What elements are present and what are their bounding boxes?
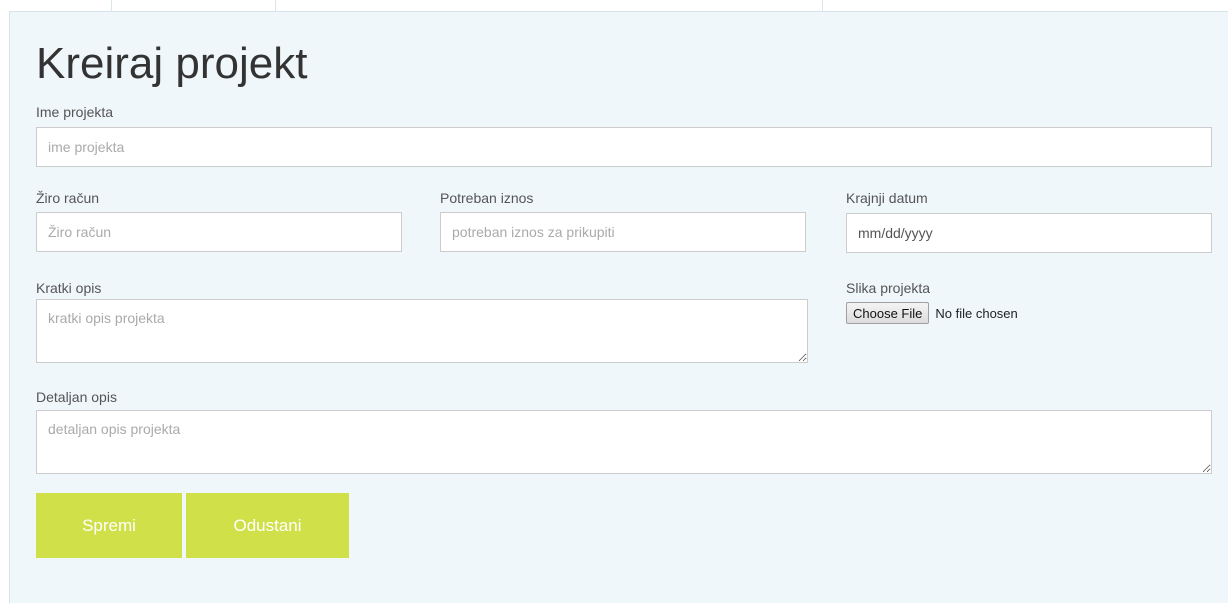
choose-file-button[interactable]: Choose File [846,302,930,324]
detail-desc-label: Detaljan opis [36,389,117,405]
page-title: Kreiraj projekt [36,39,308,88]
end-date-label: Krajnji datum [846,190,928,206]
project-name-input[interactable] [36,127,1212,167]
save-button[interactable]: Spremi [36,493,182,558]
file-status-text: No file chosen [935,305,1018,321]
amount-input[interactable] [440,212,806,252]
account-input[interactable] [36,212,402,252]
account-label: Žiro račun [36,190,100,206]
short-desc-textarea[interactable] [36,299,808,363]
image-label: Slika projekta [846,280,931,296]
detail-desc-textarea[interactable] [36,410,1212,474]
short-desc-label: Kratki opis [36,280,102,296]
end-date-value: mm/dd/yyyy [858,225,933,241]
cancel-button[interactable]: Odustani [186,493,349,558]
file-input[interactable]: Choose File No file chosen [846,302,1018,324]
project-name-label: Ime projekta [36,104,114,120]
amount-label: Potreban iznos [440,190,534,206]
end-date-input[interactable]: mm/dd/yyyy [846,213,1212,253]
